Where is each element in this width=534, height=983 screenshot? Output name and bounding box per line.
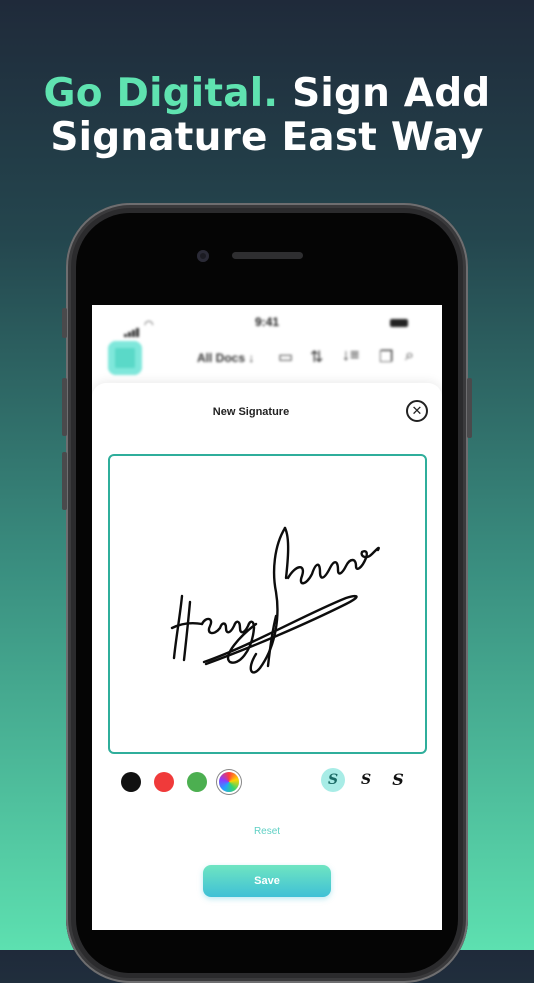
color-swatch-red[interactable] — [154, 772, 174, 792]
color-picker-swatch[interactable] — [219, 772, 239, 792]
close-icon: ✕ — [411, 403, 423, 418]
reset-button[interactable]: Reset — [92, 826, 442, 837]
app-logo — [108, 341, 142, 375]
sheet-title: New Signature — [212, 406, 290, 418]
mute-switch — [62, 308, 67, 338]
battery-icon — [390, 319, 408, 327]
all-docs-label: All Docs — [197, 351, 246, 365]
signature-pad[interactable] — [108, 454, 427, 754]
sort-down-icon[interactable]: ↓≡ — [342, 347, 359, 365]
close-button[interactable]: ✕ — [406, 400, 428, 422]
sort-arrow-icon: ↓ — [248, 351, 255, 365]
wifi-icon: ◠ — [144, 319, 154, 331]
pen-thick-icon[interactable]: S — [386, 768, 410, 792]
signature-drawing — [170, 526, 380, 674]
pen-medium-icon[interactable]: S — [354, 768, 378, 792]
pen-medium-glyph: S — [360, 772, 372, 788]
search-icon[interactable]: ⌕ — [405, 347, 414, 365]
copy-icon[interactable]: ❐ — [379, 347, 393, 367]
headline-accent: Go Digital. — [43, 71, 279, 116]
headline-rest: Sign Add — [278, 71, 491, 116]
headline-line1: Go Digital. Sign Add — [0, 72, 534, 116]
headline: Go Digital. Sign Add Signature East Way — [0, 72, 534, 160]
color-swatch-black[interactable] — [121, 772, 141, 792]
front-camera — [197, 250, 209, 262]
volume-down-button — [62, 452, 67, 510]
headline-line2: Signature East Way — [50, 115, 484, 160]
reset-label: Reset — [253, 826, 281, 837]
pen-thin-icon[interactable]: S — [321, 768, 345, 792]
status-time: 9:41 — [254, 315, 280, 329]
new-signature-sheet: New Signature ✕ S S S Reset Save — [92, 383, 442, 930]
all-docs-filter[interactable]: All Docs ↓ — [197, 351, 254, 365]
pen-thick-glyph: S — [392, 770, 404, 789]
earpiece-speaker — [232, 252, 303, 259]
save-label: Save — [254, 875, 280, 887]
volume-up-button — [62, 378, 67, 436]
color-swatch-green[interactable] — [187, 772, 207, 792]
power-button — [467, 378, 472, 438]
sort-up-icon[interactable]: ⇅ — [310, 347, 323, 367]
cellular-signal-icon — [124, 319, 140, 337]
app-bar: All Docs ↓ ▭ ⇅ ↓≡ ❐ ⌕ — [92, 337, 442, 381]
save-button[interactable]: Save — [203, 865, 331, 897]
pen-thin-glyph: S — [327, 772, 339, 788]
phone-screen: ◠ 9:41 All Docs ↓ ▭ ⇅ ↓≡ ❐ ⌕ New Signatu… — [92, 305, 442, 930]
new-folder-icon[interactable]: ▭ — [278, 347, 293, 367]
